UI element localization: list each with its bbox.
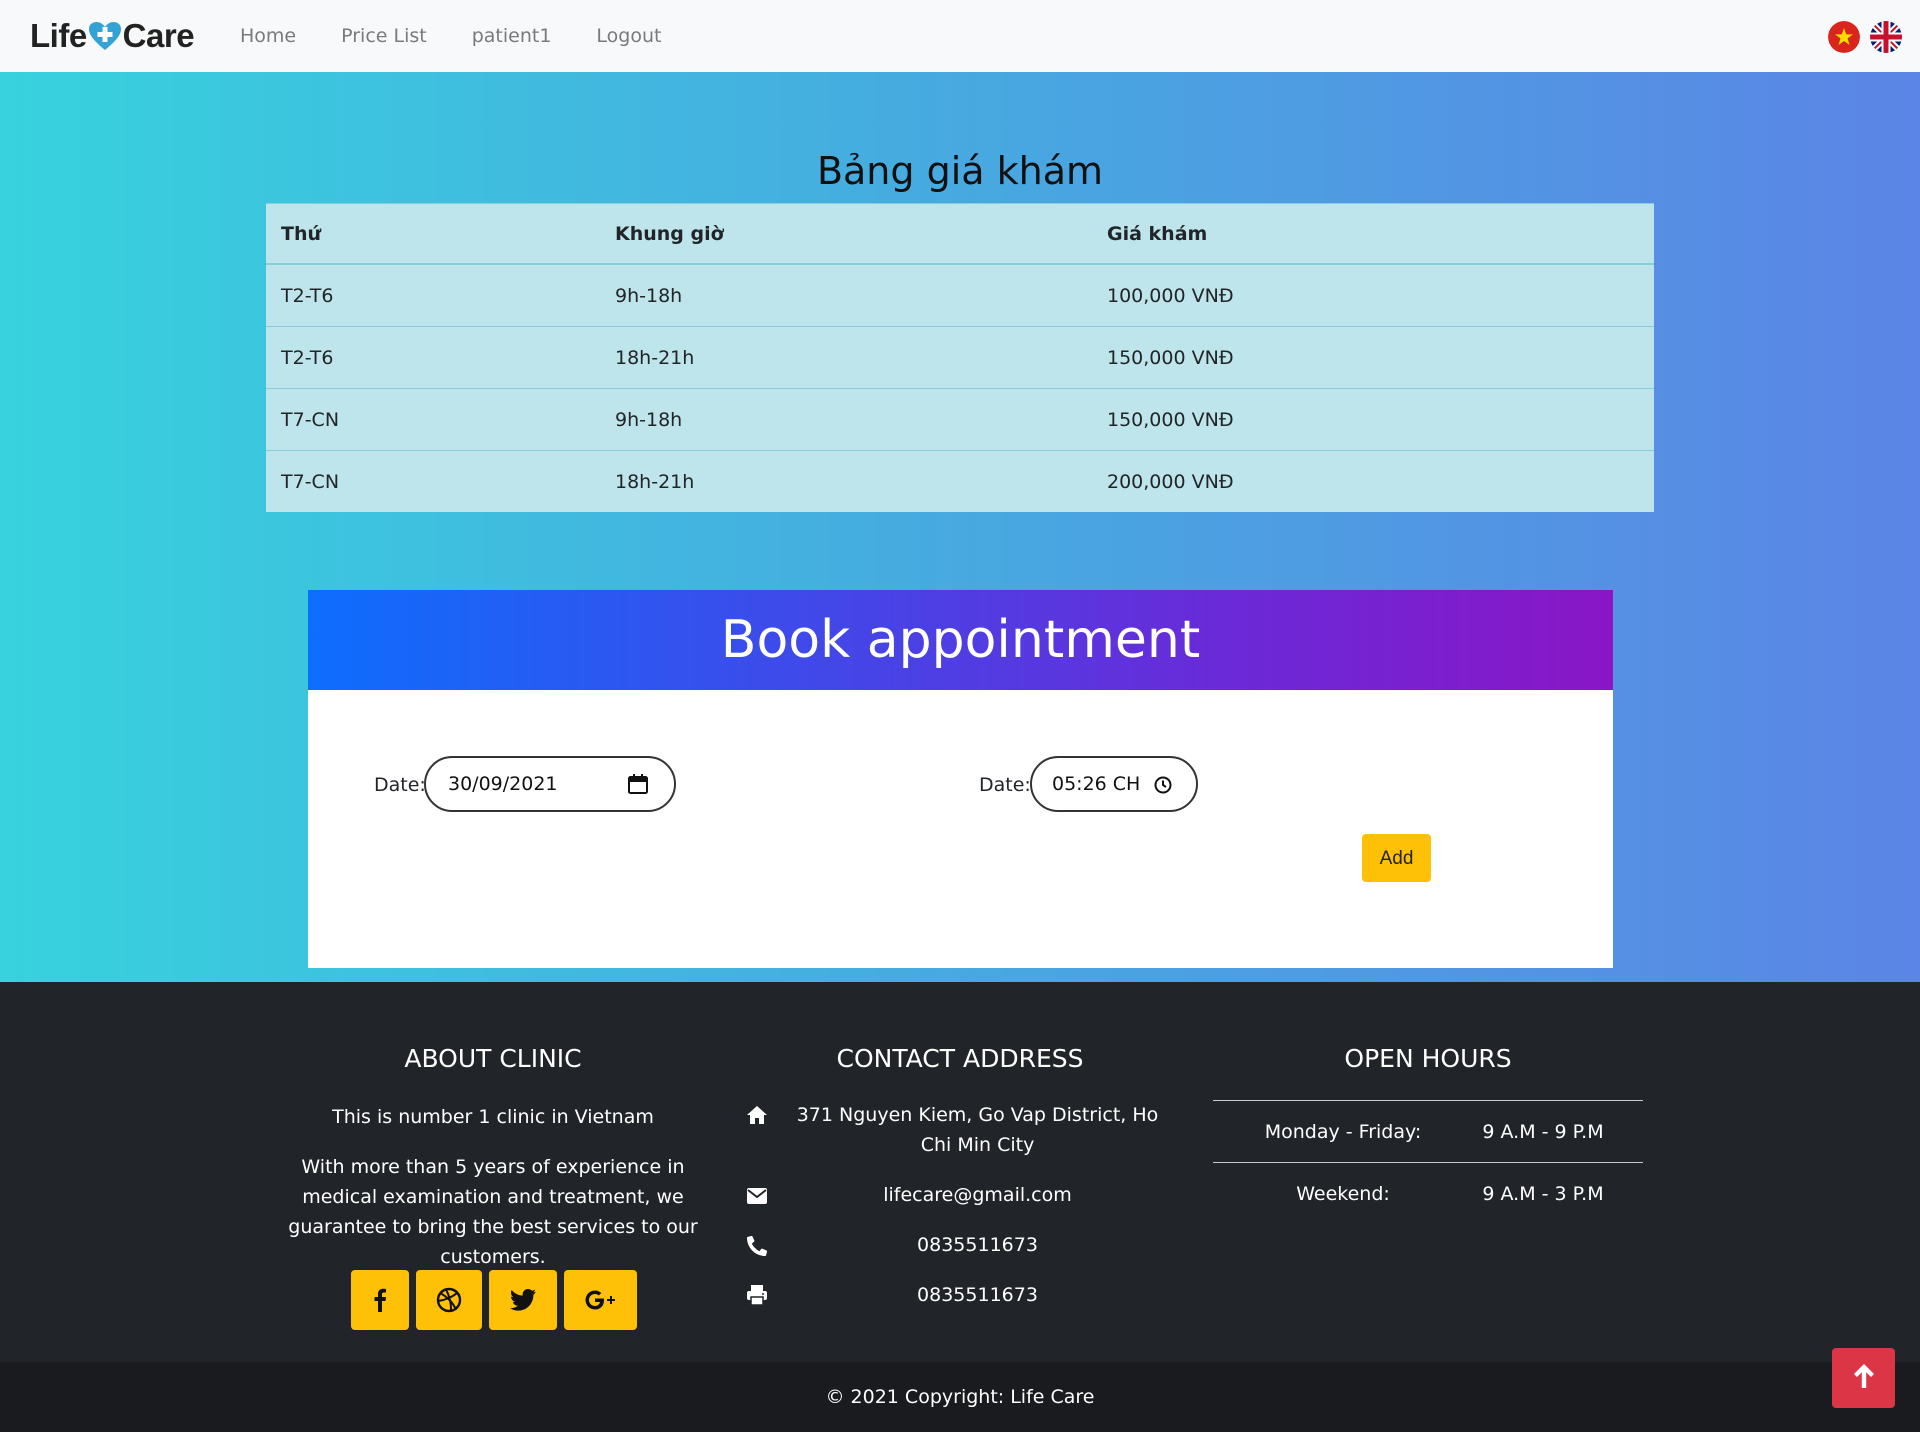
hours-day: Monday - Friday: bbox=[1264, 1120, 1422, 1143]
time-label: Date: bbox=[979, 774, 1031, 796]
booking-title: Book appointment bbox=[308, 590, 1613, 690]
hours-row: Monday - Friday: 9 A.M - 9 P.M bbox=[1213, 1100, 1643, 1162]
cell-time-slot: 9h-18h bbox=[600, 263, 1092, 327]
column-header-price: Giá khám bbox=[1092, 203, 1654, 265]
uk-flag-icon[interactable] bbox=[1870, 21, 1902, 53]
booking-card: Book appointment Date: 30/09/2021 Date: … bbox=[308, 590, 1613, 968]
table-row: T2-T6 18h-21h 150,000 VNĐ bbox=[266, 326, 1654, 389]
cell-time-slot: 18h-21h bbox=[600, 326, 1092, 389]
dribbble-icon[interactable] bbox=[416, 1270, 482, 1330]
google-plus-icon[interactable] bbox=[564, 1270, 637, 1330]
table-row: T7-CN 18h-21h 200,000 VNĐ bbox=[266, 450, 1654, 512]
price-list-title: Bảng giá khám bbox=[816, 149, 1104, 193]
nav-home[interactable]: Home bbox=[240, 22, 296, 50]
vietnam-flag-icon[interactable] bbox=[1828, 21, 1860, 53]
nav-links: Home Price List patient1 Logout bbox=[240, 22, 706, 50]
social-links bbox=[351, 1270, 637, 1330]
table-header-row: Thứ Khung giờ Giá khám bbox=[266, 203, 1654, 265]
printer-icon bbox=[745, 1283, 769, 1307]
cell-day: T7-CN bbox=[266, 388, 600, 451]
price-table: Thứ Khung giờ Giá khám T2-T6 9h-18h 100,… bbox=[266, 203, 1654, 512]
brand-text-care: Care bbox=[122, 17, 195, 54]
arrow-up-icon bbox=[1852, 1363, 1876, 1394]
column-header-time-slot: Khung giờ bbox=[600, 203, 1092, 265]
open-hours-title: OPEN HOURS bbox=[1344, 1044, 1512, 1073]
brand-logo[interactable]: Life Care bbox=[30, 16, 195, 56]
hours-time: 9 A.M - 9 P.M bbox=[1482, 1120, 1604, 1143]
column-header-day: Thứ bbox=[266, 203, 600, 265]
about-line2: With more than 5 years of experience in … bbox=[288, 1156, 698, 1268]
open-hours-table: Monday - Friday: 9 A.M - 9 P.M Weekend: … bbox=[1213, 1100, 1643, 1224]
hours-time: 9 A.M - 3 P.M bbox=[1482, 1182, 1604, 1205]
table-row: T2-T6 9h-18h 100,000 VNĐ bbox=[266, 263, 1654, 327]
copyright-text: © 2021 Copyright: Life Care bbox=[825, 1386, 1095, 1408]
cell-price: 200,000 VNĐ bbox=[1092, 450, 1654, 512]
contact-title: CONTACT ADDRESS bbox=[836, 1044, 1084, 1073]
hours-day: Weekend: bbox=[1296, 1182, 1390, 1205]
cell-price: 150,000 VNĐ bbox=[1092, 326, 1654, 389]
hours-row: Weekend: 9 A.M - 3 P.M bbox=[1213, 1162, 1643, 1224]
heart-cross-icon bbox=[88, 21, 122, 51]
navbar: Life Care Home Price List patient1 Logou… bbox=[0, 0, 1920, 72]
main-content: Bảng giá khám Thứ Khung giờ Giá khám T2-… bbox=[0, 72, 1920, 982]
home-icon bbox=[745, 1103, 769, 1127]
clock-icon[interactable] bbox=[1154, 776, 1172, 799]
twitter-icon[interactable] bbox=[489, 1270, 557, 1330]
cell-time-slot: 9h-18h bbox=[600, 388, 1092, 451]
calendar-icon[interactable] bbox=[628, 774, 648, 799]
time-input-value: 05:26 CH bbox=[1052, 773, 1141, 795]
date-label: Date: bbox=[374, 774, 426, 796]
time-input[interactable]: 05:26 CH bbox=[1030, 756, 1198, 812]
cell-time-slot: 18h-21h bbox=[600, 450, 1092, 512]
facebook-icon[interactable] bbox=[351, 1270, 409, 1330]
footer: ABOUT CLINIC This is number 1 clinic in … bbox=[0, 982, 1920, 1362]
date-input-value: 30/09/2021 bbox=[448, 773, 558, 795]
copyright-bar: © 2021 Copyright: Life Care bbox=[0, 1362, 1920, 1432]
envelope-icon bbox=[745, 1184, 769, 1208]
nav-logout[interactable]: Logout bbox=[596, 22, 661, 50]
brand-text-life: Life bbox=[30, 17, 87, 54]
table-row: T7-CN 9h-18h 150,000 VNĐ bbox=[266, 388, 1654, 451]
phone-icon bbox=[745, 1234, 769, 1258]
nav-user[interactable]: patient1 bbox=[472, 22, 552, 50]
cell-day: T7-CN bbox=[266, 450, 600, 512]
back-to-top-button[interactable] bbox=[1832, 1348, 1895, 1408]
language-switcher bbox=[1828, 21, 1902, 53]
contact-address: 371 Nguyen Kiem, Go Vap District, Ho Chi… bbox=[796, 1104, 1159, 1156]
add-appointment-button[interactable]: Add bbox=[1362, 834, 1431, 882]
cell-day: T2-T6 bbox=[266, 326, 600, 389]
contact-fax: 0835511673 bbox=[917, 1284, 1038, 1306]
nav-price-list[interactable]: Price List bbox=[341, 22, 427, 50]
cell-price: 150,000 VNĐ bbox=[1092, 388, 1654, 451]
about-line1: This is number 1 clinic in Vietnam bbox=[332, 1106, 654, 1128]
contact-email: lifecare@gmail.com bbox=[883, 1184, 1072, 1206]
contact-phone: 0835511673 bbox=[917, 1234, 1038, 1256]
cell-price: 100,000 VNĐ bbox=[1092, 263, 1654, 327]
cell-day: T2-T6 bbox=[266, 263, 600, 327]
date-input[interactable]: 30/09/2021 bbox=[424, 756, 676, 812]
about-title: ABOUT CLINIC bbox=[404, 1044, 582, 1073]
